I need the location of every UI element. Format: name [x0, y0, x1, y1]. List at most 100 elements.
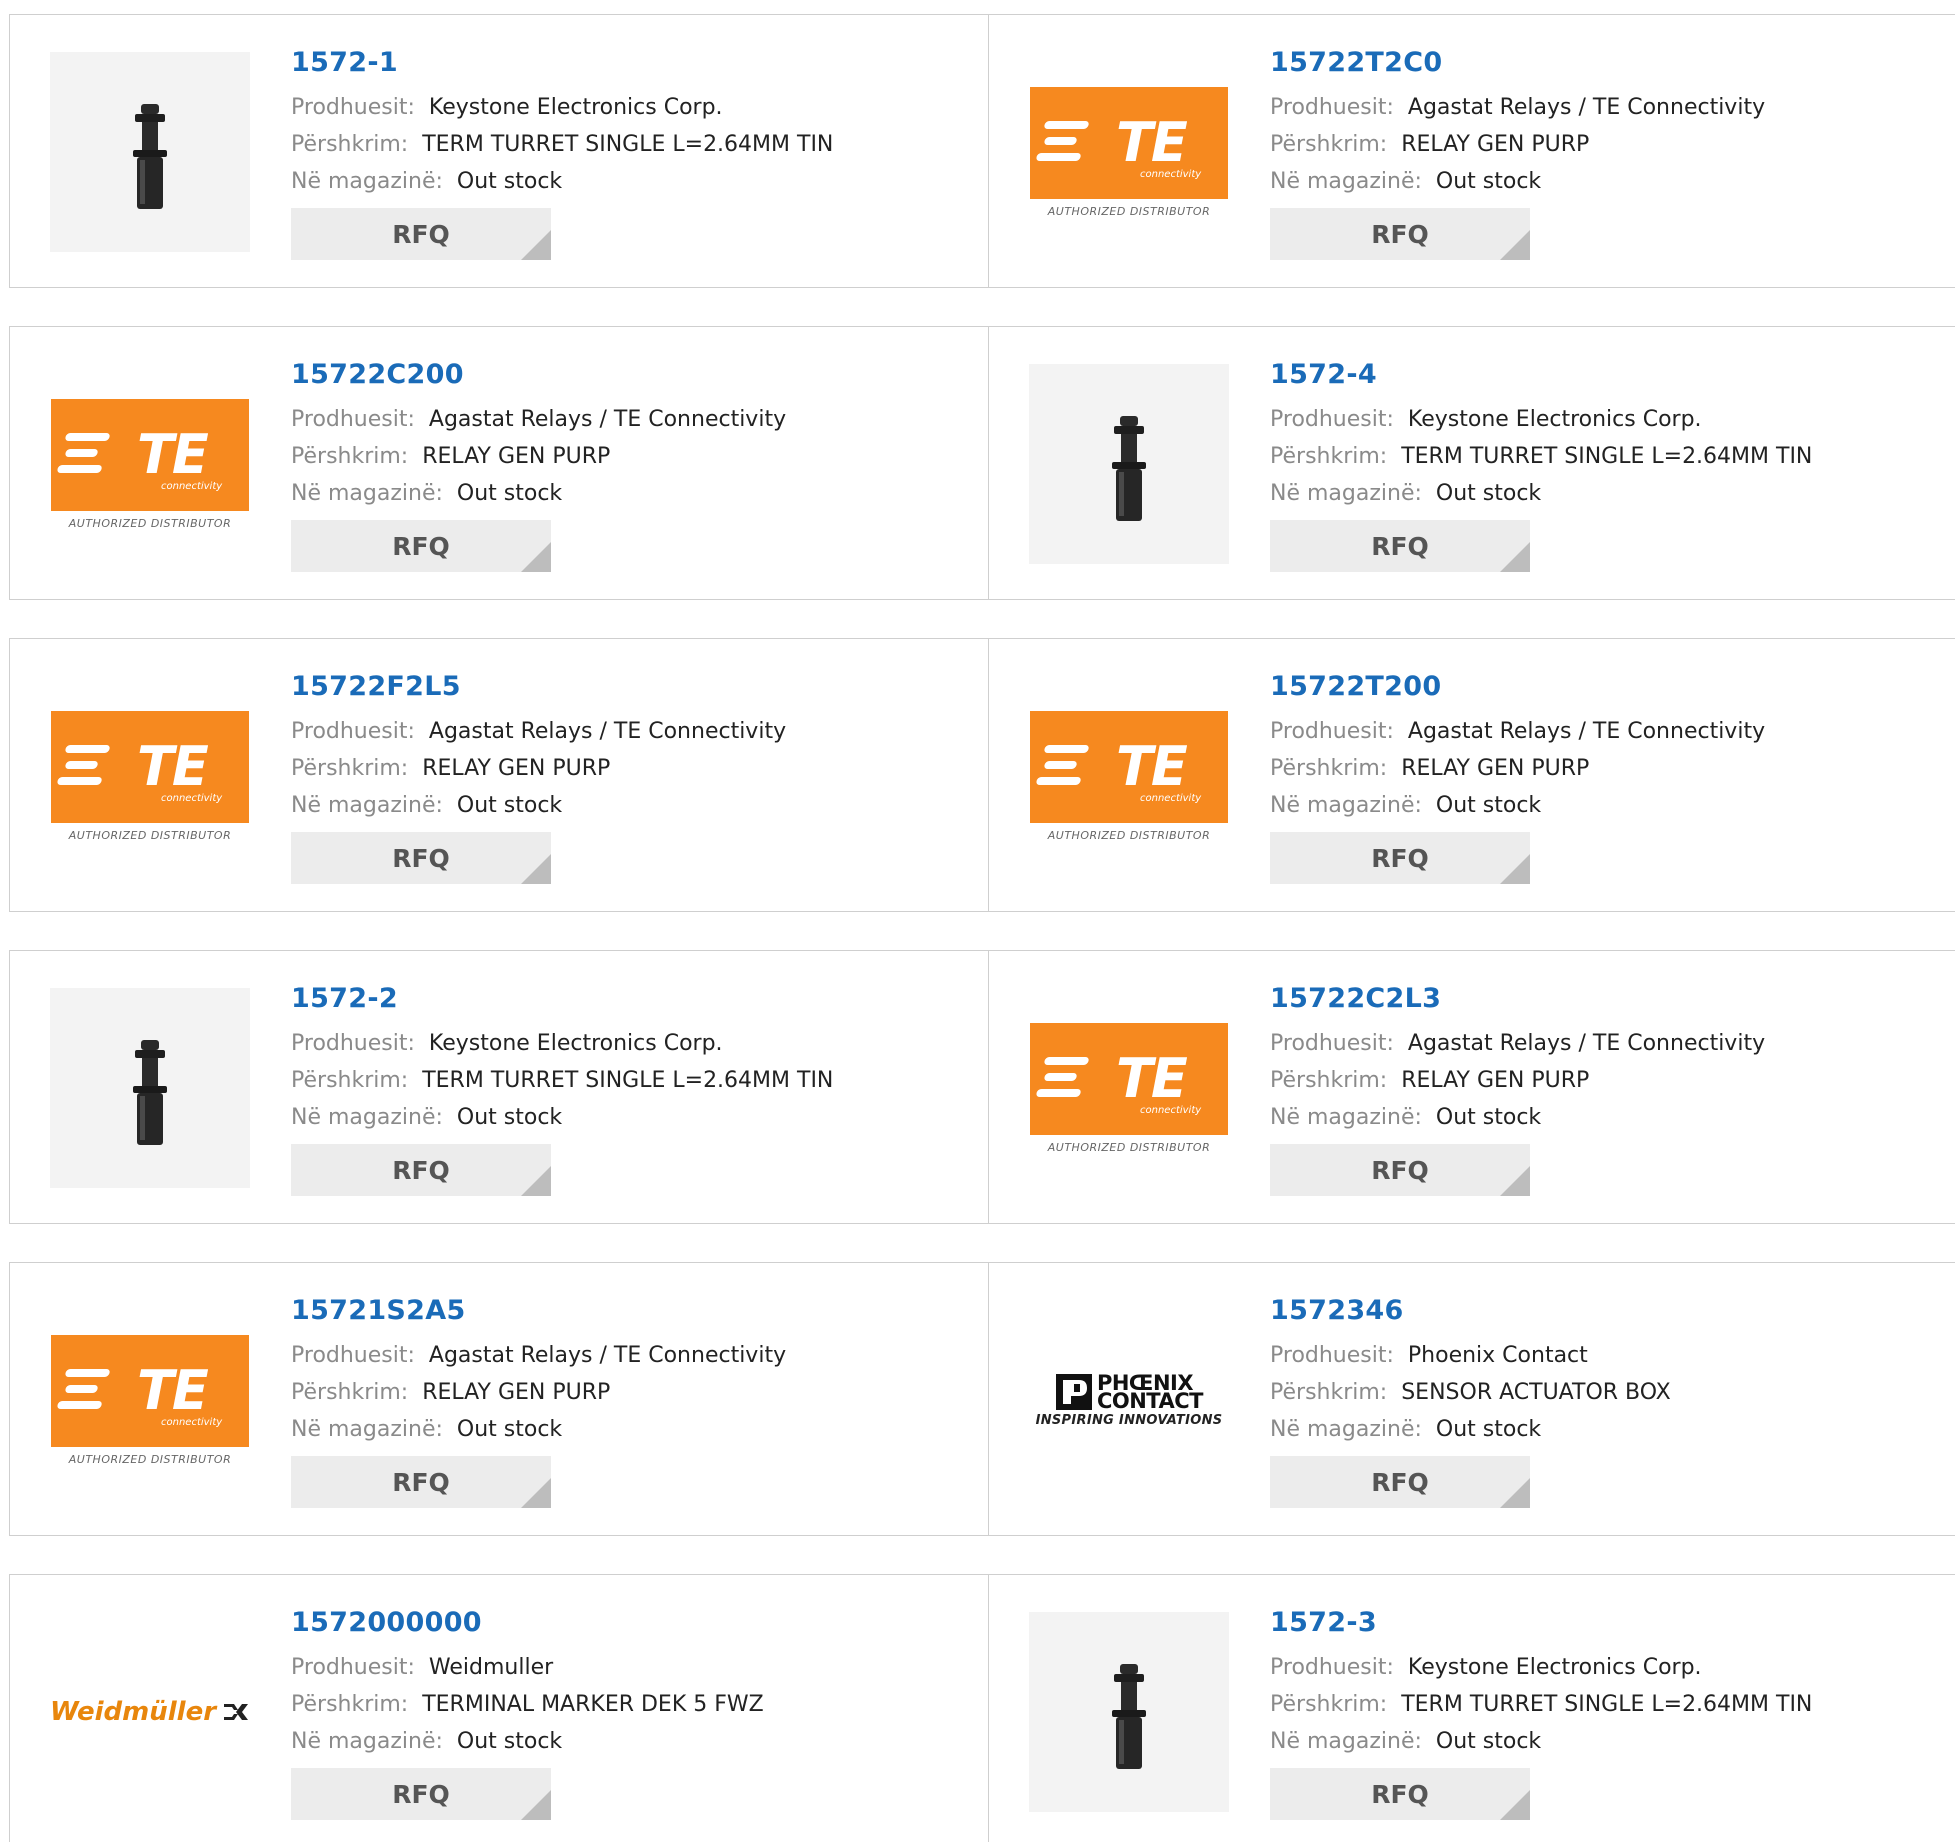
stock-value: Out stock	[456, 1417, 563, 1442]
manufacturer-label: Prodhuesit:	[291, 95, 415, 120]
rfq-label: RFQ	[1371, 219, 1429, 249]
rfq-button[interactable]: RFQ	[1270, 1456, 1530, 1508]
description-value: SENSOR ACTUATOR BOX	[1401, 1380, 1671, 1405]
product-thumbnail[interactable]: TE connectivity AUTHORIZED DISTRIBUTOR	[50, 364, 250, 564]
part-number-link[interactable]: 15722C200	[291, 357, 786, 393]
product-thumbnail[interactable]	[1029, 1612, 1229, 1812]
part-number-link[interactable]: 1572346	[1270, 1293, 1671, 1329]
rfq-label: RFQ	[392, 1467, 450, 1497]
turret-terminal-icon	[133, 1040, 167, 1145]
stock-label: Në magazinë:	[291, 1417, 443, 1442]
part-number-link[interactable]: 15721S2A5	[291, 1293, 786, 1329]
rfq-label: RFQ	[392, 531, 450, 561]
description-value: TERM TURRET SINGLE L=2.64MM TIN	[422, 1068, 834, 1093]
product-info: 1572-1 Prodhuesit: Keystone Electronics C…	[291, 45, 833, 260]
product-info: 15722C2L3 Prodhuesit: Agastat Relays / TE…	[1270, 981, 1765, 1196]
product-thumbnail[interactable]: TE connectivity AUTHORIZED DISTRIBUTOR	[50, 676, 250, 876]
part-number-link[interactable]: 15722T200	[1270, 669, 1765, 705]
manufacturer-label: Prodhuesit:	[1270, 1343, 1394, 1368]
rfq-button[interactable]: RFQ	[1270, 520, 1530, 572]
te-logo-text: TE	[137, 1358, 209, 1422]
stock-line: Në magazinë: Out stock	[291, 1411, 786, 1448]
product-thumbnail[interactable]: TE connectivity AUTHORIZED DISTRIBUTOR	[1029, 52, 1229, 252]
manufacturer-line: Prodhuesit: Keystone Electronics Corp.	[291, 1025, 833, 1062]
description-line: Përshkrim: TERM TURRET SINGLE L=2.64MM TI…	[291, 1062, 833, 1099]
stock-value: Out stock	[456, 1105, 563, 1130]
product-card: 1572-2 Prodhuesit: Keystone Electronics C…	[9, 950, 989, 1224]
part-number-link[interactable]: 1572000000	[291, 1605, 764, 1641]
rfq-button[interactable]: RFQ	[291, 1768, 551, 1820]
part-number-link[interactable]: 1572-2	[291, 981, 833, 1017]
te-connectivity-logo: TE connectivity AUTHORIZED DISTRIBUTOR	[1030, 86, 1228, 218]
stock-value: Out stock	[1435, 793, 1542, 818]
product-info: 15722C200 Prodhuesit: Agastat Relays / TE…	[291, 357, 786, 572]
part-number-link[interactable]: 1572-1	[291, 45, 833, 81]
rfq-label: RFQ	[1371, 531, 1429, 561]
rfq-button[interactable]: RFQ	[1270, 1768, 1530, 1820]
rfq-button[interactable]: RFQ	[291, 1144, 551, 1196]
manufacturer-line: Prodhuesit: Keystone Electronics Corp.	[291, 89, 833, 126]
description-label: Përshkrim:	[291, 1692, 409, 1717]
rfq-label: RFQ	[1371, 1467, 1429, 1497]
description-label: Përshkrim:	[291, 1380, 409, 1405]
manufacturer-label: Prodhuesit:	[291, 407, 415, 432]
rfq-button[interactable]: RFQ	[291, 208, 551, 260]
product-thumbnail[interactable]	[1029, 364, 1229, 564]
description-line: Përshkrim: RELAY GEN PURP	[1270, 126, 1765, 163]
stock-line: Në magazinë: Out stock	[291, 163, 833, 200]
rfq-button[interactable]: RFQ	[1270, 208, 1530, 260]
part-number-link[interactable]: 15722C2L3	[1270, 981, 1765, 1017]
rfq-button[interactable]: RFQ	[291, 832, 551, 884]
product-thumbnail[interactable]	[50, 988, 250, 1188]
product-row: 1572-1 Prodhuesit: Keystone Electronics C…	[9, 14, 1955, 288]
description-line: Përshkrim: TERM TURRET SINGLE L=2.64MM TI…	[1270, 1686, 1812, 1723]
stock-label: Në magazinë:	[1270, 1105, 1422, 1130]
product-card: TE connectivity AUTHORIZED DISTRIBUTOR 1…	[9, 326, 989, 600]
rfq-button[interactable]: RFQ	[291, 520, 551, 572]
manufacturer-label: Prodhuesit:	[1270, 95, 1394, 120]
stock-value: Out stock	[456, 1729, 563, 1754]
part-number-link[interactable]: 15722F2L5	[291, 669, 786, 705]
product-thumbnail[interactable]: TE connectivity AUTHORIZED DISTRIBUTOR	[50, 1300, 250, 1500]
description-label: Përshkrim:	[1270, 1692, 1388, 1717]
te-logo-subtext: connectivity	[1140, 168, 1202, 180]
part-number-link[interactable]: 15722T2C0	[1270, 45, 1765, 81]
rfq-label: RFQ	[1371, 843, 1429, 873]
te-authorized-caption: AUTHORIZED DISTRIBUTOR	[1047, 828, 1211, 842]
product-thumbnail[interactable]: TE connectivity AUTHORIZED DISTRIBUTOR	[1029, 988, 1229, 1188]
description-value: RELAY GEN PURP	[1401, 1068, 1590, 1093]
te-connectivity-logo: TE connectivity AUTHORIZED DISTRIBUTOR	[1030, 1022, 1228, 1154]
te-logo-subtext: connectivity	[161, 792, 223, 804]
rfq-label: RFQ	[1371, 1779, 1429, 1809]
product-card: 1572-4 Prodhuesit: Keystone Electronics C…	[988, 326, 1955, 600]
turret-terminal-icon	[1112, 1664, 1146, 1769]
product-info: 1572-2 Prodhuesit: Keystone Electronics C…	[291, 981, 833, 1196]
rfq-button[interactable]: RFQ	[1270, 832, 1530, 884]
product-thumbnail[interactable]	[50, 52, 250, 252]
product-card: 1572-1 Prodhuesit: Keystone Electronics C…	[9, 14, 989, 288]
product-thumbnail[interactable]: TE connectivity AUTHORIZED DISTRIBUTOR	[1029, 676, 1229, 876]
corner-triangle-icon	[521, 542, 551, 572]
product-info: 1572-4 Prodhuesit: Keystone Electronics C…	[1270, 357, 1812, 572]
manufacturer-line: Prodhuesit: Agastat Relays / TE Connectiv…	[1270, 89, 1765, 126]
stock-value: Out stock	[1435, 1105, 1542, 1130]
stock-line: Në magazinë: Out stock	[291, 1723, 764, 1760]
product-row: 1572-2 Prodhuesit: Keystone Electronics C…	[9, 950, 1955, 1224]
corner-triangle-icon	[1500, 542, 1530, 572]
part-number-link[interactable]: 1572-3	[1270, 1605, 1812, 1641]
product-thumbnail[interactable]: PHŒNIX CONTACT INSPIRING INNOVATIONS	[1029, 1300, 1229, 1500]
manufacturer-value: Keystone Electronics Corp.	[1407, 407, 1702, 432]
product-grid: 1572-1 Prodhuesit: Keystone Electronics C…	[9, 14, 1955, 1842]
manufacturer-value: Agastat Relays / TE Connectivity	[1407, 719, 1766, 744]
part-number-link[interactable]: 1572-4	[1270, 357, 1812, 393]
te-logo-text: TE	[1116, 110, 1188, 174]
stock-line: Në magazinë: Out stock	[1270, 1411, 1671, 1448]
product-card: TE connectivity AUTHORIZED DISTRIBUTOR 1…	[9, 638, 989, 912]
stock-value: Out stock	[456, 481, 563, 506]
manufacturer-label: Prodhuesit:	[1270, 407, 1394, 432]
rfq-button[interactable]: RFQ	[1270, 1144, 1530, 1196]
product-thumbnail[interactable]: Weidmüller	[50, 1612, 250, 1812]
corner-triangle-icon	[1500, 1166, 1530, 1196]
rfq-button[interactable]: RFQ	[291, 1456, 551, 1508]
stock-value: Out stock	[1435, 481, 1542, 506]
